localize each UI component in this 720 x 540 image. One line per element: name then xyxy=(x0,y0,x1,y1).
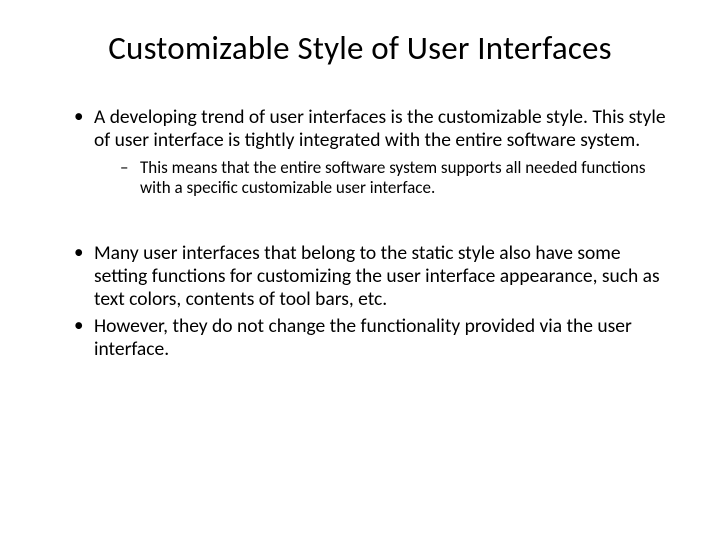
sub-bullet-item: This means that the entire software syst… xyxy=(122,158,672,198)
slide-title: Customizable Style of User Interfaces xyxy=(48,28,672,68)
bullet-text: A developing trend of user interfaces is… xyxy=(94,105,666,152)
bullet-item: A developing trend of user interfaces is… xyxy=(76,106,672,198)
bullet-item: Many user interfaces that belong to the … xyxy=(76,242,672,311)
slide-content: A developing trend of user interfaces is… xyxy=(48,106,672,361)
bullet-list-level1: Many user interfaces that belong to the … xyxy=(58,242,672,361)
bullet-item: However, they do not change the function… xyxy=(76,315,672,361)
bullet-text: Many user interfaces that belong to the … xyxy=(94,241,660,311)
bullet-text: However, they do not change the function… xyxy=(94,314,632,361)
bullet-list-level2: This means that the entire software syst… xyxy=(94,158,672,198)
sub-bullet-text: This means that the entire software syst… xyxy=(140,157,646,198)
bullet-list-level1: A developing trend of user interfaces is… xyxy=(58,106,672,198)
spacer xyxy=(58,220,672,242)
